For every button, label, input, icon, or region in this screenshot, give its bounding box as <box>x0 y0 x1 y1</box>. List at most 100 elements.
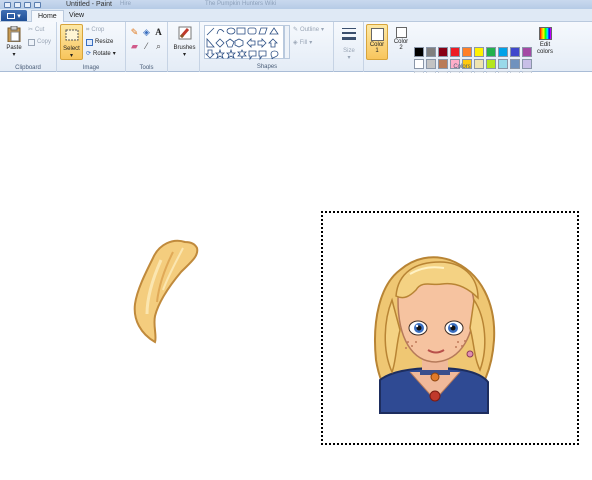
color2-button[interactable]: Color 2 <box>390 24 412 60</box>
size-button[interactable]: Size ▾ <box>338 24 360 61</box>
pencil-icon[interactable]: ✎ <box>129 27 140 38</box>
line-shape-icon <box>206 27 215 36</box>
background-text: The Pumpkin Hunters Wiki <box>205 1 277 7</box>
palette-color-swatch[interactable] <box>414 47 424 57</box>
pentagon-shape-icon <box>225 38 235 48</box>
palette-color-swatch[interactable] <box>438 47 448 57</box>
hair-sprite-image <box>133 239 199 344</box>
outline-button[interactable]: ✎ Outline ▾ <box>293 25 324 35</box>
chevron-down-icon: ▾ <box>112 51 116 57</box>
save-icon[interactable] <box>14 1 21 8</box>
fill-button[interactable]: ◈ Fill ▾ <box>293 38 312 48</box>
chevron-down-icon: ▾ <box>321 27 325 33</box>
resize-icon <box>86 38 93 46</box>
edit-colors-label: Edit <box>539 42 551 48</box>
select-rectangle-icon <box>65 29 78 41</box>
rotate-label: Rotate <box>93 51 111 57</box>
outline-label: Outline <box>300 27 320 33</box>
quick-access-toolbar <box>0 0 41 9</box>
cut-label: Cut <box>35 27 45 33</box>
palette-color-swatch[interactable] <box>426 47 436 57</box>
chevron-down-icon: ▾ <box>17 12 21 20</box>
resize-button[interactable]: Resize <box>86 37 113 47</box>
paste-button[interactable]: Paste ▾ <box>3 24 25 60</box>
select-button[interactable]: Select ▾ <box>60 24 83 60</box>
shapes-gallery-scroll[interactable] <box>284 25 290 59</box>
ribbon-tab-row: ▾ Home View <box>0 9 592 22</box>
menu-icon <box>7 12 16 19</box>
diamond-shape-icon <box>215 38 225 48</box>
rotate-button[interactable]: ⟳ Rotate ▾ <box>86 49 116 59</box>
redo-icon[interactable] <box>34 1 41 8</box>
five-point-star-shape-icon <box>226 48 236 59</box>
brush-icon <box>178 26 191 40</box>
right-triangle-shape-icon <box>206 37 215 48</box>
tools-group-label: Tools <box>139 65 154 71</box>
rounded-rectangle-shape-icon <box>247 27 257 35</box>
color-picker-icon[interactable]: ⁄ <box>141 41 152 52</box>
crop-button[interactable]: ⌗ Crop <box>86 25 104 35</box>
chevron-down-icon: ▾ <box>12 52 16 58</box>
copy-label: Copy <box>37 39 52 45</box>
six-point-star-shape-icon <box>237 49 247 59</box>
window-title: Untitled - Paint <box>66 1 112 8</box>
size-group: Size ▾ <box>334 22 364 72</box>
chevron-down-icon: ▾ <box>182 52 186 58</box>
hexagon-shape-icon <box>234 38 244 48</box>
magnifier-icon[interactable]: ⌕ <box>153 41 164 52</box>
fill-icon: ◈ <box>293 40 298 46</box>
title-bar: Untitled - Paint Hire The Pumpkin Hunter… <box>0 0 592 9</box>
palette-color-swatch[interactable] <box>474 47 484 57</box>
curve-shape-icon <box>216 29 225 35</box>
file-menu-button[interactable]: ▾ <box>1 10 27 21</box>
oval-callout-shape-icon <box>258 50 267 61</box>
tab-view[interactable]: View <box>63 10 90 22</box>
clipboard-group: Paste ▾ ✂ Cut Copy Clipboard <box>0 22 57 72</box>
copy-button[interactable]: Copy <box>28 37 51 47</box>
line-width-icon <box>342 28 356 40</box>
ribbon: Paste ▾ ✂ Cut Copy Clipboard Select ▾ ⌗ … <box>0 22 592 81</box>
tab-home[interactable]: Home <box>31 10 64 22</box>
palette-color-swatch[interactable] <box>486 47 496 57</box>
background-text: Hire <box>120 1 132 7</box>
rotate-icon: ⟳ <box>86 51 92 57</box>
crop-icon: ⌗ <box>86 27 90 33</box>
image-group-label: Image <box>82 65 100 71</box>
palette-color-swatch[interactable] <box>450 47 460 57</box>
left-arrow-shape-icon <box>246 38 256 48</box>
palette-color-swatch[interactable] <box>510 47 520 57</box>
chevron-down-icon: ▾ <box>347 55 351 61</box>
text-tool-icon[interactable]: A <box>153 27 164 38</box>
brushes-button[interactable]: Brushes ▾ <box>172 24 197 60</box>
outline-icon: ✎ <box>293 27 299 33</box>
color-wheel-icon <box>538 27 552 40</box>
shapes-gallery <box>204 25 284 61</box>
fill-bucket-icon[interactable]: ◈ <box>141 27 152 38</box>
palette-color-swatch[interactable] <box>462 47 472 57</box>
colors-group-label: Colors <box>453 64 471 70</box>
right-arrow-shape-icon <box>257 38 267 48</box>
up-arrow-shape-icon <box>268 38 278 48</box>
edit-colors-button[interactable]: Edit colors <box>534 24 556 60</box>
cut-button[interactable]: ✂ Cut <box>28 25 44 35</box>
copy-icon <box>28 38 35 46</box>
four-point-star-shape-icon <box>215 48 225 59</box>
palette-color-swatch[interactable] <box>498 47 508 57</box>
tools-group: ✎ ◈ A ▰ ⁄ ⌕ Tools <box>126 22 168 72</box>
edit-colors-label-2: colors <box>536 49 553 55</box>
color1-button[interactable]: Color 1 <box>366 24 388 60</box>
chevron-down-icon: ▾ <box>69 53 73 59</box>
color1-swatch <box>370 28 384 41</box>
color2-swatch <box>395 27 407 38</box>
rectangle-shape-icon <box>236 27 246 35</box>
eraser-icon[interactable]: ▰ <box>129 41 140 52</box>
rounded-callout-shape-icon <box>248 50 257 61</box>
image-group: Select ▾ ⌗ Crop Resize ⟳ Rotate ▾ Image <box>57 22 126 72</box>
color1-number: 1 <box>375 48 379 54</box>
crop-label: Crop <box>91 27 105 33</box>
shapes-group-label: Shapes <box>256 64 278 70</box>
undo-icon[interactable] <box>24 1 31 8</box>
palette-color-swatch[interactable] <box>522 47 532 57</box>
scissors-icon: ✂ <box>28 27 34 33</box>
paint-app-icon[interactable] <box>4 1 11 8</box>
